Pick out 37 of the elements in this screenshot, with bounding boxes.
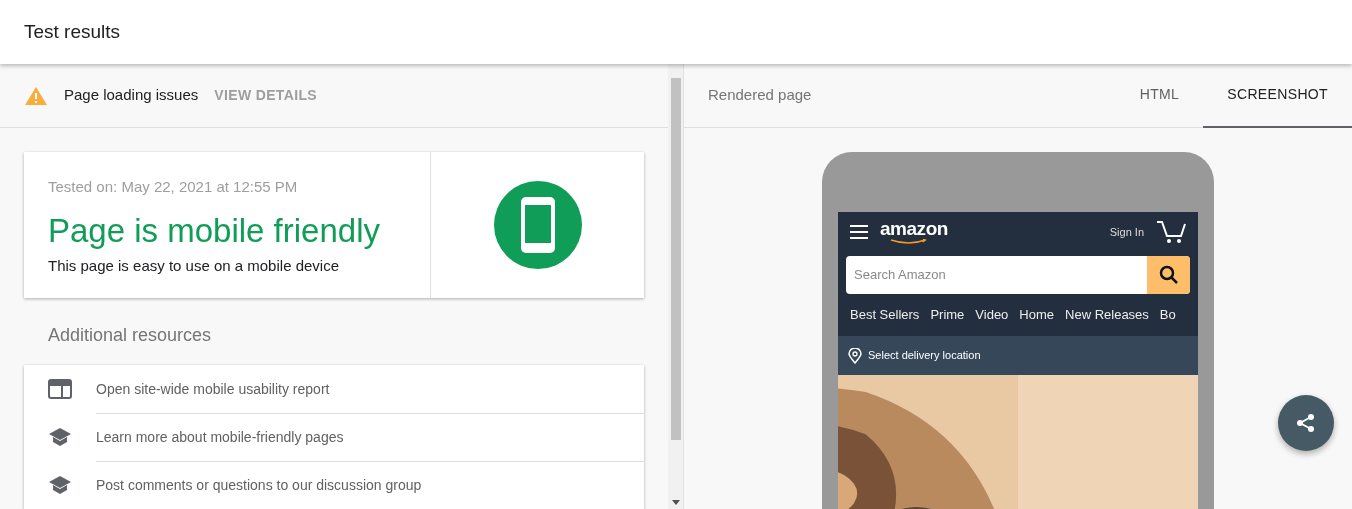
- resource-link[interactable]: Learn more about mobile-friendly pages: [96, 413, 644, 461]
- nav-link[interactable]: New Releases: [1065, 305, 1149, 325]
- resource-link[interactable]: Open site-wide mobile usability report: [96, 365, 644, 413]
- resource-link[interactable]: Post comments or questions to our discussion group: [96, 461, 644, 509]
- nav-link[interactable]: Best Sellers: [850, 305, 920, 325]
- report-icon: [48, 379, 72, 399]
- scrollbar-thumb[interactable]: [670, 78, 681, 440]
- graduation-cap-icon: [48, 475, 72, 495]
- delivery-bar[interactable]: Select delivery location: [838, 336, 1198, 375]
- share-icon: [1296, 413, 1316, 433]
- nav-link[interactable]: Video: [975, 305, 1009, 325]
- warning-icon: [24, 85, 48, 106]
- issues-label: Page loading issues: [64, 85, 199, 106]
- amazon-search-field[interactable]: Search Amazon: [846, 256, 1190, 294]
- resources-heading: Additional resources: [48, 324, 213, 347]
- graduation-cap-icon: [48, 427, 72, 447]
- cart-icon[interactable]: [1156, 220, 1186, 244]
- search-button[interactable]: [1147, 256, 1190, 294]
- rendered-page-title: Rendered page: [708, 85, 813, 106]
- nav-link[interactable]: Home: [1019, 305, 1055, 325]
- verdict-description: This page is easy to use on a mobile device: [48, 255, 340, 276]
- search-icon: [1158, 265, 1179, 285]
- location-pin-icon: [848, 347, 862, 364]
- tested-on-text: Tested on: May 22, 2021 at 12:55 PM: [48, 177, 299, 197]
- nav-link[interactable]: Prime: [930, 305, 965, 325]
- mobile-phone-icon: [493, 181, 582, 269]
- nav-link[interactable]: Bo: [1159, 305, 1176, 325]
- amazon-logo[interactable]: amazon: [880, 219, 948, 245]
- page-title: Test results: [24, 19, 121, 44]
- sign-in-link[interactable]: Sign In: [1109, 223, 1144, 241]
- menu-icon[interactable]: [850, 224, 868, 240]
- share-button[interactable]: [1278, 395, 1334, 451]
- verdict-heading: Page is mobile friendly: [48, 210, 381, 251]
- view-tab[interactable]: SCREENSHOT: [1203, 63, 1352, 128]
- scrollbar[interactable]: [668, 64, 683, 509]
- view-tab[interactable]: HTML: [1115, 63, 1204, 128]
- scroll-down-icon[interactable]: [671, 500, 680, 505]
